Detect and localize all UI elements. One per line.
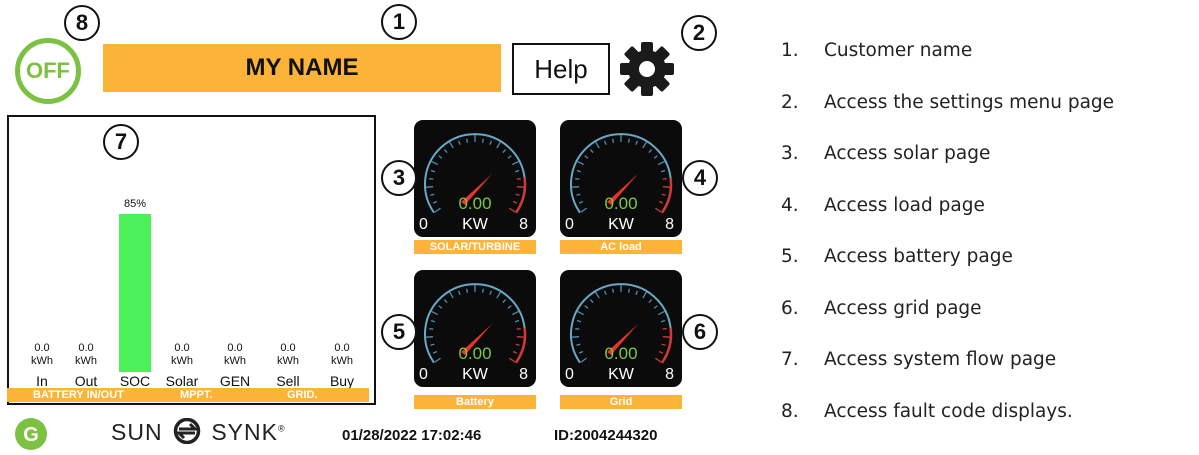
legend-item: 4.Access load page bbox=[781, 195, 985, 216]
callout-3: 3 bbox=[381, 160, 417, 196]
bar-value-label: 85% bbox=[115, 198, 155, 210]
sunsynk-logo: SUN SYNK® bbox=[111, 418, 286, 446]
gear-icon[interactable] bbox=[618, 40, 676, 98]
category-label-in: In bbox=[20, 373, 64, 389]
legend-number: 4. bbox=[781, 195, 824, 216]
group-label-grid: GRID. bbox=[287, 388, 318, 402]
bar-value-label: 0.0 bbox=[162, 342, 202, 354]
brand-registered-mark: ® bbox=[278, 423, 286, 433]
gauge-label-ac-load[interactable]: AC load bbox=[560, 240, 682, 254]
bar-value-label: 0.0 bbox=[22, 342, 62, 354]
category-label-buy: Buy bbox=[320, 373, 364, 389]
legend-text: Access the settings menu page bbox=[824, 92, 1114, 113]
g-logo-icon: G bbox=[15, 418, 47, 450]
legend-text: Access battery page bbox=[824, 246, 1013, 267]
bar-unit-label: kWh bbox=[268, 355, 308, 367]
gauge-unit-label: KW bbox=[414, 366, 536, 384]
callout-2: 2 bbox=[681, 15, 717, 51]
legend-number: 5. bbox=[781, 246, 824, 267]
group-label-mppt: MPPT. bbox=[180, 388, 212, 402]
category-label-solar: Solar bbox=[160, 373, 204, 389]
gauge-value: 0.00 bbox=[560, 194, 682, 214]
legend-number: 1. bbox=[781, 40, 824, 61]
brand-right: SYNK bbox=[211, 419, 278, 445]
gauge-ac-load[interactable]: 0.000KW8 bbox=[560, 120, 682, 237]
g-logo-letter: G bbox=[23, 424, 39, 446]
callout-5: 5 bbox=[381, 314, 417, 350]
gauge-max-label: 8 bbox=[519, 216, 528, 234]
legend-item: 2.Access the settings menu page bbox=[781, 92, 1114, 113]
group-label-battery: BATTERY IN/OUT bbox=[33, 388, 124, 402]
legend-text: Access fault code displays. bbox=[824, 401, 1073, 422]
legend-item: 1.Customer name bbox=[781, 40, 972, 61]
gauge-label-solar[interactable]: SOLAR/TURBINE bbox=[414, 240, 536, 254]
gauge-unit-label: KW bbox=[560, 216, 682, 234]
callout-8: 8 bbox=[64, 5, 100, 41]
gauge-value: 0.00 bbox=[414, 194, 536, 214]
gauge-max-label: 8 bbox=[665, 366, 674, 384]
legend-number: 7. bbox=[781, 349, 824, 370]
bar-unit-label: kWh bbox=[162, 355, 202, 367]
customer-name-bar[interactable]: MY NAME bbox=[103, 44, 501, 92]
bar-value-label: 0.0 bbox=[66, 342, 106, 354]
bar-value-label: 0.0 bbox=[268, 342, 308, 354]
gauge-label-grid[interactable]: Grid bbox=[560, 395, 682, 409]
legend-text: Customer name bbox=[824, 40, 972, 61]
bar-unit-label: kWh bbox=[322, 355, 362, 367]
help-button[interactable]: Help bbox=[512, 43, 610, 95]
bar-unit-label: kWh bbox=[215, 355, 255, 367]
bar-unit-label: kWh bbox=[22, 355, 62, 367]
gauge-unit-label: KW bbox=[414, 216, 536, 234]
legend-number: 6. bbox=[781, 298, 824, 319]
gauge-battery[interactable]: 0.000KW8 bbox=[414, 270, 536, 387]
off-power-button[interactable]: OFF bbox=[15, 38, 81, 104]
gauge-solar[interactable]: 0.000KW8 bbox=[414, 120, 536, 237]
legend-text: Access system flow page bbox=[824, 349, 1056, 370]
gauge-value: 0.00 bbox=[414, 344, 536, 364]
gauge-unit-label: KW bbox=[560, 366, 682, 384]
gauge-max-label: 8 bbox=[519, 366, 528, 384]
callout-7: 7 bbox=[103, 124, 139, 160]
bar-value-label: 0.0 bbox=[215, 342, 255, 354]
device-id: ID:2004244320 bbox=[554, 427, 657, 444]
category-label-sell: Sell bbox=[266, 373, 310, 389]
legend-text: Access load page bbox=[824, 195, 985, 216]
legend-text: Access grid page bbox=[824, 298, 982, 319]
legend-number: 3. bbox=[781, 143, 824, 164]
legend-text: Access solar page bbox=[824, 143, 990, 164]
gauge-max-label: 8 bbox=[665, 216, 674, 234]
category-label-gen: GEN bbox=[213, 373, 257, 389]
category-label-out: Out bbox=[64, 373, 108, 389]
gauge-label-battery[interactable]: Battery bbox=[414, 395, 536, 409]
chart-bar-soc bbox=[119, 214, 151, 372]
legend-item: 7.Access system flow page bbox=[781, 349, 1056, 370]
legend-item: 5.Access battery page bbox=[781, 246, 1013, 267]
callout-6: 6 bbox=[682, 314, 718, 350]
legend-item: 3.Access solar page bbox=[781, 143, 990, 164]
bar-unit-label: kWh bbox=[66, 355, 106, 367]
legend-number: 8. bbox=[781, 401, 824, 422]
bar-value-label: 0.0 bbox=[322, 342, 362, 354]
gauge-grid[interactable]: 0.000KW8 bbox=[560, 270, 682, 387]
callout-4: 4 bbox=[682, 160, 718, 196]
legend-item: 8.Access fault code displays. bbox=[781, 401, 1073, 422]
legend-number: 2. bbox=[781, 92, 824, 113]
category-label-soc: SOC bbox=[113, 373, 157, 389]
brand-left: SUN bbox=[111, 419, 163, 445]
datetime-display: 01/28/2022 17:02:46 bbox=[342, 427, 481, 444]
callout-1: 1 bbox=[381, 4, 417, 40]
gauge-value: 0.00 bbox=[560, 344, 682, 364]
sync-arrows-icon bbox=[170, 418, 204, 444]
legend-item: 6.Access grid page bbox=[781, 298, 982, 319]
